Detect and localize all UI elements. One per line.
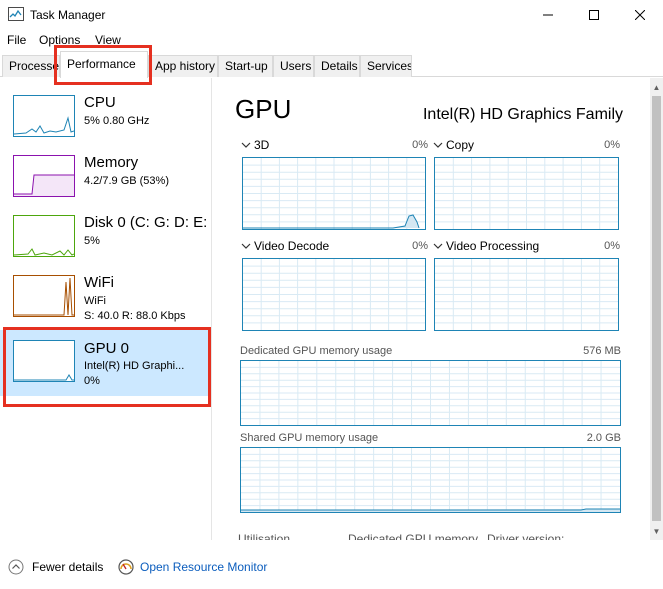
sidebar-item-memory[interactable]: Memory 4.2/7.9 GB (53%) [0,148,211,210]
engine-3d-graph [242,157,426,230]
engine-video-processing-selector[interactable]: Video Processing [433,239,539,253]
utilisation-label: Utilisation [238,532,291,540]
gpu-label: GPU 0 [84,340,130,357]
sidebar-item-cpu[interactable]: CPU 5% 0.80 GHz [0,88,211,150]
engine-copy-graph [434,157,619,230]
disk-label: Disk 0 (C: G: D: E: F [84,214,212,231]
task-manager-icon [8,7,24,21]
engine-copy-selector[interactable]: Copy [433,138,474,152]
shared-memory-label: Shared GPU memory usage [240,432,379,444]
gpu-details-panel: GPU Intel(R) HD Graphics Family 3D 0% Co… [213,78,650,540]
cpu-thumbnail [13,95,75,137]
menu-view[interactable]: View [95,33,121,47]
minimize-button[interactable] [525,0,571,30]
wifi-label: WiFi [84,274,114,291]
menu-options[interactable]: Options [39,33,80,47]
chevron-down-icon [433,243,443,249]
open-resource-monitor-link[interactable]: Open Resource Monitor [118,559,267,575]
tab-services[interactable]: Services [360,55,412,77]
menu-bar: File Options View [0,30,663,50]
tab-app-history[interactable]: App history [148,55,218,77]
gpu-usage: 0% [84,375,100,387]
tab-processes[interactable]: Processes [2,55,60,77]
tab-users[interactable]: Users [273,55,314,77]
dedicated-memory-max: 576 MB [583,345,621,357]
close-button[interactable] [617,0,663,30]
menu-file[interactable]: File [7,33,26,47]
chevron-down-icon [241,243,251,249]
shared-memory-max: 2.0 GB [586,432,621,444]
cpu-label: CPU [84,94,116,111]
chevron-down-icon [433,142,443,148]
dedicated-memory-label: Dedicated GPU memory usage [240,345,393,357]
gpu-model-short: Intel(R) HD Graphi... [84,360,185,372]
scroll-thumb[interactable] [652,96,661,521]
footer: Fewer details Open Resource Monitor [0,553,663,583]
fewer-details-button[interactable]: Fewer details [8,559,103,575]
page-title: GPU [235,94,292,124]
title-bar: Task Manager [0,0,663,30]
scroll-down-icon[interactable]: ▼ [650,524,663,538]
chevron-down-icon [241,142,251,148]
engine-3d-pct: 0% [412,139,428,151]
memory-label: Memory [84,154,139,171]
engine-video-processing-label: Video Processing [446,239,540,253]
scroll-up-icon[interactable]: ▲ [650,80,663,94]
gpu-model-name: Intel(R) HD Graphics Family [422,106,623,123]
dedicated-gpu-memory-label: Dedicated GPU memory [348,532,479,540]
window-title: Task Manager [30,8,106,22]
engine-video-decode-pct: 0% [412,240,428,252]
close-icon [635,10,645,20]
disk-thumbnail [13,215,75,257]
maximize-button[interactable] [571,0,617,30]
sidebar-item-disk[interactable]: Disk 0 (C: G: D: E: F 5% [0,208,212,270]
driver-version-label: Driver version: [487,532,565,540]
tab-start-up[interactable]: Start-up [218,55,273,77]
wifi-adapter: WiFi [84,295,106,307]
sidebar-item-wifi[interactable]: WiFi WiFi S: 40.0 R: 88.0 Kbps [0,268,211,330]
tab-details[interactable]: Details [314,55,360,77]
engine-video-processing-pct: 0% [604,240,620,252]
memory-thumbnail [13,155,75,197]
engine-video-decode-selector[interactable]: Video Decode [241,239,329,253]
engine-video-decode-graph [242,258,426,331]
tab-strip: Processes Performance App history Start-… [0,51,663,78]
engine-3d-selector[interactable]: 3D [241,138,269,152]
open-resource-monitor-label: Open Resource Monitor [140,560,268,574]
shared-memory-graph [240,447,621,513]
engine-3d-label: 3D [254,138,270,152]
minimize-icon [543,14,553,16]
fewer-details-label: Fewer details [32,560,104,574]
vertical-scrollbar[interactable]: ▲ ▼ [650,78,663,540]
maximize-icon [589,10,599,20]
resource-monitor-icon [118,559,134,575]
engine-copy-label: Copy [446,138,475,152]
sidebar-item-gpu[interactable]: GPU 0 Intel(R) HD Graphi... 0% [0,330,211,396]
resource-list: CPU 5% 0.80 GHz Memory 4.2/7.9 GB (53%) … [0,78,212,540]
gpu-thumbnail [13,340,75,382]
memory-usage: 4.2/7.9 GB (53%) [84,175,169,187]
wifi-thumbnail [13,275,75,317]
engine-video-processing-graph [434,258,619,331]
wifi-throughput: S: 40.0 R: 88.0 Kbps [84,310,186,322]
engine-copy-pct: 0% [604,139,620,151]
chevron-up-circle-icon [8,559,24,575]
cpu-usage: 5% 0.80 GHz [84,115,150,127]
dedicated-memory-graph [240,360,621,426]
engine-video-decode-label: Video Decode [254,239,330,253]
tab-performance[interactable]: Performance [60,51,148,78]
disk-usage: 5% [84,235,100,247]
